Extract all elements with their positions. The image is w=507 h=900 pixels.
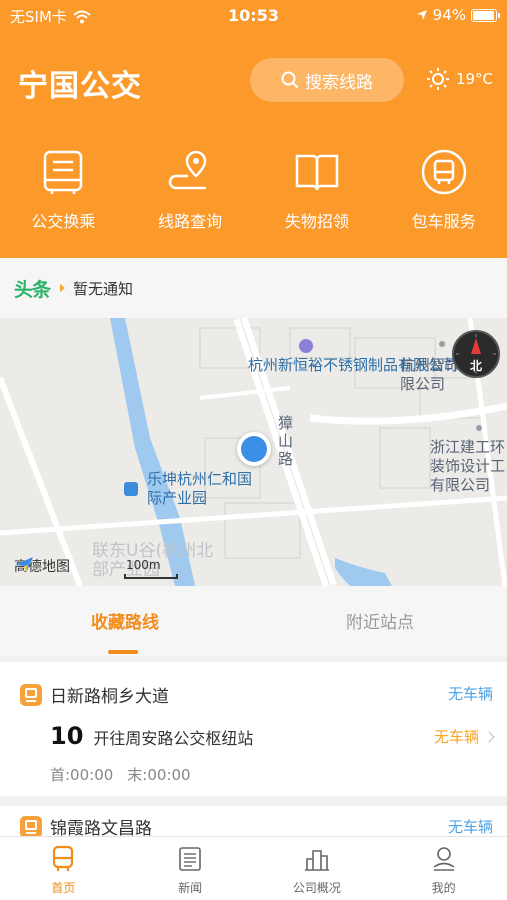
bus-stop-icon bbox=[20, 815, 42, 836]
amap-arrow-icon bbox=[15, 557, 33, 573]
search-button[interactable]: 搜索线路 bbox=[250, 58, 404, 102]
chevron-right-icon bbox=[483, 730, 495, 743]
book-icon bbox=[295, 154, 339, 191]
map-scale-bar bbox=[124, 574, 178, 579]
company-chart-icon bbox=[304, 850, 329, 871]
last-bus-time: 末:00:00 bbox=[127, 766, 191, 784]
service-times: 首:00:00 末:00:00 bbox=[50, 764, 191, 785]
sun-icon bbox=[426, 68, 449, 90]
location-arrow-icon bbox=[416, 10, 427, 20]
search-icon bbox=[281, 71, 299, 89]
nav-label: 首页 bbox=[51, 881, 76, 895]
search-placeholder: 搜索线路 bbox=[305, 72, 373, 93]
status-bar: 无SIM卡 10:53 94% bbox=[0, 0, 507, 32]
nav-label: 我的 bbox=[431, 881, 456, 895]
notice-arrow-icon bbox=[60, 284, 66, 292]
quick-action-label: 线路查询 bbox=[158, 212, 223, 231]
bus-circle-icon bbox=[421, 149, 466, 195]
nav-news[interactable]: 新闻 bbox=[127, 837, 254, 900]
quick-action-charter[interactable]: 包车服务 bbox=[380, 148, 507, 238]
notice-text: 暂无通知 bbox=[73, 279, 134, 298]
first-bus-time: 首:00:00 bbox=[50, 766, 114, 784]
stop-status: 无车辆 bbox=[447, 685, 493, 703]
tab-nearby-stops[interactable]: 附近站点 bbox=[346, 608, 414, 633]
line-status-label: 无车辆 bbox=[433, 728, 479, 746]
battery-icon bbox=[471, 8, 500, 22]
toutiao-logo: 头条 bbox=[14, 278, 51, 301]
bus-home-icon bbox=[53, 845, 74, 871]
map-view[interactable]: 杭州新恒裕不锈钢制品有限公司 杭州智饰有限公司 浙江建工环装饰设计工有限公司 獐… bbox=[0, 318, 507, 586]
compass-label: 北 bbox=[469, 359, 482, 373]
nav-label: 新闻 bbox=[178, 881, 203, 895]
map-scale-label: 100m bbox=[126, 558, 161, 572]
map-poi-label: 浙江建工环装饰设计工有限公司 bbox=[430, 438, 506, 494]
stop-status: 无车辆 bbox=[447, 818, 493, 836]
quick-action-label: 包车服务 bbox=[411, 212, 476, 231]
bus-transfer-icon bbox=[44, 150, 83, 194]
line-number: 10 bbox=[50, 722, 84, 750]
map-road-label: 獐山路 bbox=[278, 414, 294, 468]
route-pin-icon bbox=[168, 150, 207, 190]
quick-action-lost-found[interactable]: 失物招领 bbox=[254, 148, 381, 238]
tab-indicator bbox=[108, 650, 138, 654]
app-title: 宁国公交 bbox=[18, 69, 142, 104]
nav-company[interactable]: 公司概况 bbox=[254, 837, 381, 900]
nav-label: 公司概况 bbox=[292, 881, 341, 895]
quick-action-bus-transfer[interactable]: 公交换乘 bbox=[0, 148, 127, 238]
map-poi-label: 乐坤杭州仁和国际产业园 bbox=[147, 470, 253, 507]
quick-action-label: 失物招领 bbox=[284, 212, 349, 231]
temperature: 19°C bbox=[455, 70, 493, 88]
line-direction: 开往周安路公交枢纽站 bbox=[93, 729, 254, 748]
current-location-marker bbox=[237, 432, 271, 466]
quick-actions: 公交换乘 线路查询 失物招领 包车服务 bbox=[0, 148, 507, 238]
stop-name: 日新路桐乡大道 bbox=[50, 687, 169, 707]
tab-favorite-routes[interactable]: 收藏路线 bbox=[91, 608, 159, 633]
amap-logo: 高德地图 bbox=[14, 556, 70, 576]
weather: 19°C bbox=[426, 67, 493, 91]
bottom-tab-bar: 首页 新闻 公司概况 我的 bbox=[0, 836, 507, 900]
line-status[interactable]: 无车辆 bbox=[433, 726, 495, 747]
route-card[interactable]: 日新路桐乡大道 无车辆 10 开往周安路公交枢纽站 无车辆 首:00:00 末:… bbox=[0, 662, 507, 796]
quick-action-label: 公交换乘 bbox=[31, 212, 96, 231]
bus-stop-icon bbox=[20, 683, 42, 706]
compass-button[interactable]: 北 bbox=[452, 330, 500, 378]
battery-percent: 94% bbox=[432, 6, 466, 24]
quick-action-route-query[interactable]: 线路查询 bbox=[127, 148, 254, 238]
newspaper-icon bbox=[179, 847, 201, 871]
user-icon bbox=[433, 847, 455, 871]
stop-name: 锦霞路文昌路 bbox=[50, 819, 152, 836]
nav-home[interactable]: 首页 bbox=[0, 837, 127, 900]
route-card[interactable]: 锦霞路文昌路 无车辆 bbox=[0, 806, 507, 836]
route-tabs: 收藏路线 附近站点 bbox=[0, 586, 507, 656]
header: 无SIM卡 10:53 94% 宁国公交 搜索线路 19°C 公交换乘 线路查询… bbox=[0, 0, 507, 258]
nav-profile[interactable]: 我的 bbox=[380, 837, 507, 900]
notice-bar[interactable]: 头条 暂无通知 bbox=[0, 258, 507, 318]
